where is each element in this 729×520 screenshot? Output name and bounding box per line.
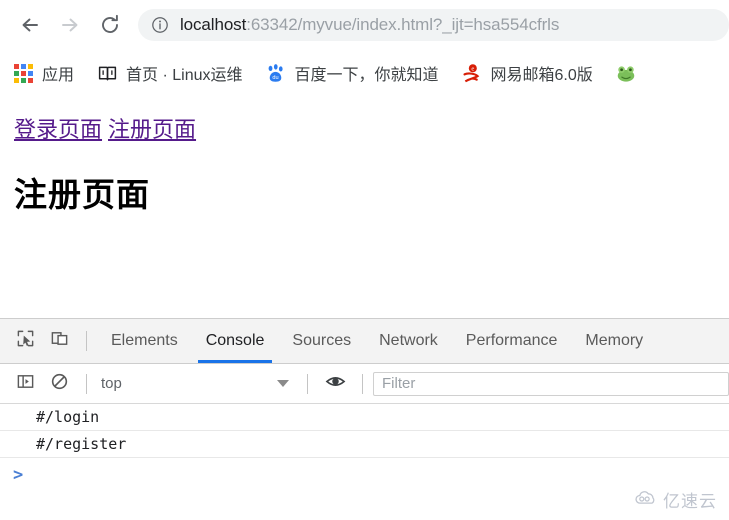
tab-network[interactable]: Network [365, 319, 452, 363]
browser-toolbar: localhost:63342/myvue/index.html?_ijt=hs… [0, 0, 729, 50]
devtools-panel: Elements Console Sources Network Perform… [0, 318, 729, 520]
url-path: :63342/myvue/index.html?_ijt=hsa554cfrls [246, 15, 560, 34]
route-links: 登录页面 注册页面 [14, 112, 202, 144]
url-host: localhost [180, 15, 247, 34]
console-message: #/register [0, 431, 729, 458]
forward-arrow-icon [58, 13, 82, 37]
svg-text:du: du [272, 75, 278, 81]
browser-chrome: localhost:63342/myvue/index.html?_ijt=hs… [0, 0, 729, 100]
bookmark-frog[interactable] [615, 59, 645, 87]
live-expression-eye-icon [325, 371, 346, 397]
tab-sources[interactable]: Sources [278, 319, 365, 363]
bookmark-baidu[interactable]: du 百度一下，你就知道 [265, 59, 439, 87]
clear-console-icon [50, 372, 69, 396]
bookmark-linux-home[interactable]: 首页 · Linux运维 [96, 59, 243, 87]
filter-input[interactable] [373, 371, 729, 396]
tab-elements[interactable]: Elements [97, 319, 192, 363]
page-viewport: 登录页面 注册页面 注册页面 [0, 100, 729, 318]
execution-context-select[interactable]: top [97, 371, 297, 397]
url-text: localhost:63342/myvue/index.html?_ijt=hs… [180, 15, 559, 35]
apps-grid-icon [12, 62, 34, 84]
inspect-element-button[interactable] [8, 324, 42, 358]
link-register-page[interactable]: 注册页面 [108, 117, 196, 142]
page-title: 注册页面 [14, 176, 150, 213]
clear-console-button[interactable] [42, 367, 76, 401]
bookmark-label: 网易邮箱6.0版 [490, 67, 593, 84]
tab-console[interactable]: Console [192, 319, 279, 363]
console-toolbar-divider-3 [362, 373, 363, 394]
forward-button[interactable] [50, 5, 90, 45]
tab-memory[interactable]: Memory [571, 319, 657, 363]
console-input-prompt[interactable]: > [0, 458, 729, 492]
site-info-icon[interactable] [150, 15, 170, 35]
console-toolbar-divider-1 [86, 373, 87, 394]
reload-button[interactable] [90, 5, 130, 45]
baidu-paw-icon: du [265, 62, 287, 84]
execution-context-value: top [101, 375, 122, 392]
chevron-down-icon [277, 380, 289, 387]
live-expression-button[interactable] [318, 367, 352, 401]
bookmark-label: 百度一下，你就知道 [294, 67, 439, 84]
reload-icon [98, 13, 122, 37]
console-sidebar-icon [16, 372, 35, 396]
console-toolbar-divider-2 [307, 373, 308, 394]
back-button[interactable] [10, 5, 50, 45]
bookmark-label: 应用 [42, 67, 75, 84]
console-message: #/login [0, 404, 729, 431]
bookmark-netease-mail[interactable]: e 网易邮箱6.0版 [461, 59, 593, 87]
open-book-icon [96, 62, 118, 84]
device-toolbar-icon [50, 329, 69, 353]
netease-mail-icon: e [461, 62, 483, 84]
prompt-chevron-icon: > [13, 465, 24, 485]
toolbar-divider [86, 331, 87, 351]
tab-performance[interactable]: Performance [452, 319, 572, 363]
console-output[interactable]: #/login #/register > 亿速云 [0, 404, 729, 520]
svg-text:e: e [471, 65, 474, 72]
back-arrow-icon [18, 13, 42, 37]
frog-icon [615, 62, 637, 84]
bookmarks-bar: 应用 首页 · Linux运维 du 百度一下，你就知道 e 网易邮箱6.0版 [0, 50, 729, 96]
device-toolbar-button[interactable] [42, 324, 76, 358]
console-sidebar-button[interactable] [8, 367, 42, 401]
bookmark-label: 首页 · Linux运维 [126, 67, 243, 84]
devtools-tabbar: Elements Console Sources Network Perform… [0, 319, 729, 364]
inspect-element-icon [16, 329, 35, 353]
bookmark-apps[interactable]: 应用 [12, 59, 74, 87]
address-bar[interactable]: localhost:63342/myvue/index.html?_ijt=hs… [138, 9, 729, 41]
console-toolbar: top [0, 364, 729, 404]
link-login-page[interactable]: 登录页面 [14, 117, 102, 142]
